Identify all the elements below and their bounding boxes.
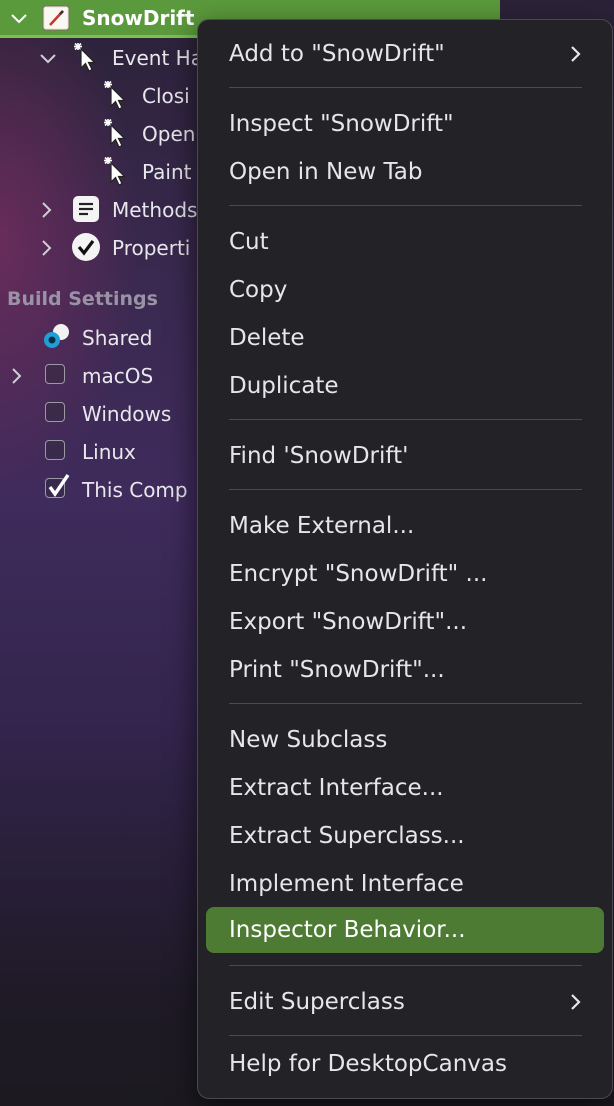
build-settings-header: Build Settings — [7, 288, 158, 310]
menu-separator — [229, 87, 582, 88]
menu-item-label: Make External... — [229, 513, 415, 539]
menu-separator — [229, 489, 582, 490]
tree-item-label: Shared — [82, 326, 153, 350]
menu-item-label: Find 'SnowDrift' — [229, 443, 409, 469]
tree-item-label: macOS — [82, 364, 154, 388]
event-pointer-icon — [104, 156, 126, 186]
tree-item-label: Event Ha — [112, 46, 203, 70]
menu-item-label: Export "SnowDrift"... — [229, 609, 468, 635]
menu-item-label: Implement Interface — [229, 871, 464, 897]
menu-item-duplicate[interactable]: Duplicate — [206, 363, 604, 409]
menu-item-inspector-behavior[interactable]: Inspector Behavior... — [206, 907, 604, 953]
window-icon — [42, 5, 70, 31]
menu-item-label: Duplicate — [229, 373, 339, 399]
context-menu: Add to "SnowDrift" Inspect "SnowDrift" O… — [197, 19, 613, 1099]
menu-item-extract-superclass[interactable]: Extract Superclass... — [206, 813, 604, 859]
menu-item-label: Extract Superclass... — [229, 823, 465, 849]
menu-item-label: Help for DesktopCanvas — [229, 1051, 507, 1077]
menu-item-label: Inspector Behavior... — [229, 917, 466, 943]
chevron-down-icon[interactable] — [39, 50, 57, 68]
menu-item-print[interactable]: Print "SnowDrift"... — [206, 647, 604, 693]
chevron-down-icon[interactable] — [10, 10, 28, 28]
menu-item-extract-interface[interactable]: Extract Interface... — [206, 765, 604, 811]
menu-item-help-for-desktopcanvas[interactable]: Help for DesktopCanvas — [206, 1021, 604, 1077]
event-pointer-icon — [104, 118, 126, 148]
menu-item-label: Copy — [229, 277, 288, 303]
menu-item-label: Cut — [229, 229, 269, 255]
menu-item-add-to[interactable]: Add to "SnowDrift" — [206, 31, 604, 77]
menu-item-label: Encrypt "SnowDrift" ... — [229, 561, 488, 587]
project-name: SnowDrift — [82, 6, 195, 30]
checkmark-icon — [48, 474, 70, 497]
chevron-right-icon — [571, 46, 581, 62]
menu-item-delete[interactable]: Delete — [206, 315, 604, 361]
menu-item-copy[interactable]: Copy — [206, 267, 604, 313]
menu-item-inspect[interactable]: Inspect "SnowDrift" — [206, 101, 604, 147]
windows-checkbox[interactable] — [45, 402, 65, 422]
menu-separator — [229, 205, 582, 206]
macos-checkbox[interactable] — [45, 364, 65, 384]
tree-item-label: Paint — [142, 160, 192, 184]
tree-item-label: Linux — [82, 440, 136, 464]
menu-item-label: Add to "SnowDrift" — [229, 41, 445, 67]
menu-item-find[interactable]: Find 'SnowDrift' — [206, 433, 604, 479]
properties-check-icon — [72, 233, 100, 261]
chevron-right-icon[interactable] — [38, 239, 56, 257]
tree-item-label: Closi — [142, 84, 190, 108]
menu-item-new-subclass[interactable]: New Subclass — [206, 717, 604, 763]
menu-item-edit-superclass[interactable]: Edit Superclass — [206, 979, 604, 1025]
menu-separator — [229, 703, 582, 704]
linux-checkbox[interactable] — [45, 440, 65, 460]
menu-separator — [229, 419, 582, 420]
menu-item-label: Extract Interface... — [229, 775, 444, 801]
menu-item-label: Open in New Tab — [229, 159, 423, 185]
methods-icon — [73, 196, 99, 222]
menu-item-cut[interactable]: Cut — [206, 219, 604, 265]
tree-item-label: This Comp — [82, 478, 188, 502]
menu-item-encrypt[interactable]: Encrypt "SnowDrift" ... — [206, 551, 604, 597]
menu-item-label: Edit Superclass — [229, 989, 405, 1015]
menu-item-label: Print "SnowDrift"... — [229, 657, 445, 683]
menu-item-label: Inspect "SnowDrift" — [229, 111, 454, 137]
event-pointer-icon — [104, 80, 126, 110]
event-pointer-icon — [74, 42, 96, 72]
menu-item-implement-interface[interactable]: Implement Interface — [206, 861, 604, 907]
shared-icon — [44, 324, 69, 348]
menu-item-open-in-new-tab[interactable]: Open in New Tab — [206, 149, 604, 195]
chevron-right-icon — [571, 994, 581, 1010]
menu-item-label: New Subclass — [229, 727, 388, 753]
tree-item-label: Windows — [82, 402, 172, 426]
tree-item-label: Open — [142, 122, 196, 146]
menu-item-label: Delete — [229, 325, 305, 351]
menu-separator — [229, 965, 582, 966]
tree-item-label: Methods — [112, 198, 198, 222]
chevron-right-icon[interactable] — [8, 367, 26, 385]
chevron-right-icon[interactable] — [38, 201, 56, 219]
menu-item-make-external[interactable]: Make External... — [206, 503, 604, 549]
tree-item-label: Properti — [112, 236, 191, 260]
menu-item-export[interactable]: Export "SnowDrift"... — [206, 599, 604, 645]
